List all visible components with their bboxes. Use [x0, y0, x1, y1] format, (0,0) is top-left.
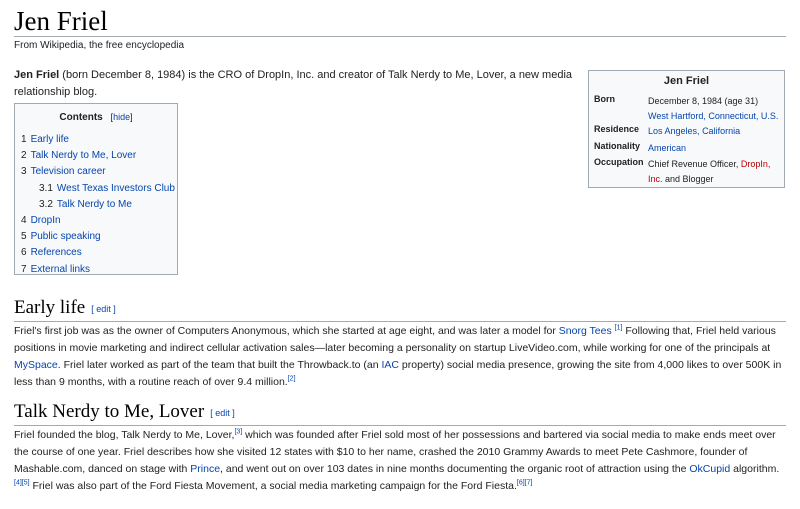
toc-link[interactable]: Talk Nerdy to Me [57, 199, 132, 210]
toc-list: 1 Early life 2 Talk Nerdy to Me, Lover 3 Te… [15, 132, 177, 278]
citation-2[interactable]: [2] [288, 376, 296, 383]
infobox-label-residence: Residence [594, 124, 640, 134]
page-title: Jen Friel [14, 6, 108, 36]
text-run: algorithm. [730, 463, 780, 475]
talk-nerdy-paragraph: Friel founded the blog, Talk Nerdy to Me… [14, 427, 786, 495]
toc-item-talk-nerdy[interactable]: 3.2 Talk Nerdy to Me [15, 197, 177, 213]
toc-item-references[interactable]: 6 References [15, 245, 177, 261]
subject-name: Jen Friel [14, 69, 60, 81]
text-run: Friel's first job was as the owner of Co… [14, 325, 559, 337]
tagline: From Wikipedia, the free encyclopedia [14, 40, 185, 51]
text-run: Friel was also part of the Ford Fiesta M… [29, 480, 517, 492]
edit-link-talk-nerdy[interactable]: [ edit ] [210, 408, 235, 418]
infobox-title: Jen Friel [663, 75, 710, 87]
link-snorg-tees[interactable]: Snorg Tees [559, 325, 612, 337]
toc-number: 7 [21, 263, 27, 275]
toc-number: 3 [21, 166, 27, 178]
birthplace-country: , U.S. [755, 111, 779, 121]
text-run: Friel founded the blog, Talk Nerdy to Me… [14, 429, 235, 441]
table-of-contents: Contents [hide] 1 Early life 2 Talk Nerdy … [14, 103, 178, 275]
toc-item-west-texas[interactable]: 3.1 West Texas Investors Club [15, 181, 177, 197]
toc-hide-toggle: [hide] [106, 112, 133, 122]
citation-6-7[interactable]: [6][7] [517, 480, 533, 487]
infobox-label-occupation: Occupation [594, 157, 644, 167]
toc-item-dropin[interactable]: 4 DropIn [15, 213, 177, 229]
infobox: Jen Friel Born December 8, 1984 (age 31)… [588, 70, 785, 188]
toc-number: 6 [21, 247, 27, 259]
toc-link[interactable]: West Texas Investors Club [57, 183, 175, 194]
link-american[interactable]: American [648, 141, 783, 156]
birth-date: December 8, 1984 (age 31) [648, 96, 759, 106]
edit-link-early-life[interactable]: [ edit ] [91, 304, 116, 314]
text-run: . Friel later worked as part of the team… [57, 359, 382, 371]
infobox-value-residence: Los Angeles, California [648, 124, 783, 139]
toc-number: 5 [21, 231, 27, 243]
link-okcupid[interactable]: OkCupid [689, 463, 730, 475]
link-myspace[interactable]: MySpace [14, 359, 58, 371]
infobox-label-nationality: Nationality [594, 141, 641, 151]
toc-item-television-career[interactable]: 3 Television career [15, 164, 177, 180]
toc-link[interactable]: References [31, 247, 82, 258]
occupation-tail: and Blogger [662, 174, 714, 184]
infobox-value-born: December 8, 1984 (age 31) West Hartford , … [648, 94, 783, 124]
toc-number: 4 [21, 214, 27, 226]
toc-link[interactable]: External links [31, 264, 90, 275]
link-prince[interactable]: Prince [190, 463, 220, 475]
edit-link-text[interactable]: [ edit ] [91, 304, 116, 314]
toc-item-talk-nerdy-lover[interactable]: 2 Talk Nerdy to Me, Lover [15, 148, 177, 164]
early-life-paragraph: Friel's first job was as the owner of Co… [14, 323, 786, 391]
section-title: Early life [14, 297, 86, 318]
toc-link[interactable]: Television career [31, 166, 106, 177]
toc-number: 1 [21, 134, 27, 145]
link-west-hartford[interactable]: West Hartford [648, 111, 703, 121]
toc-item-external-links[interactable]: 7 External links [15, 262, 177, 278]
text-run: , and went out on over 103 dates in nine… [220, 463, 690, 475]
citation-4-5[interactable]: [4][5] [14, 480, 30, 487]
toc-item-early-life[interactable]: 1 Early life [15, 132, 177, 148]
section-heading-early-life: Early life [ edit ] [14, 296, 786, 322]
intro-paragraph: Jen Friel (born December 8, 1984) is the… [14, 67, 574, 101]
toc-link[interactable]: Talk Nerdy to Me, Lover [31, 150, 137, 161]
intro-text: (born December 8, 1984) is the CRO of Dr… [14, 69, 573, 98]
toc-link[interactable]: DropIn [31, 215, 61, 226]
toc-number: 3.2 [39, 198, 53, 210]
edit-link-text[interactable]: [ edit ] [210, 408, 235, 418]
infobox-value-occupation: Chief Revenue Officer, DropIn, Inc. and B… [648, 157, 783, 187]
toc-item-public-speaking[interactable]: 5 Public speaking [15, 229, 177, 245]
toc-hide-link[interactable]: hide [113, 112, 130, 122]
title-divider [14, 36, 786, 37]
section-title: Talk Nerdy to Me, Lover [14, 401, 205, 422]
section-heading-talk-nerdy: Talk Nerdy to Me, Lover [ edit ] [14, 400, 786, 426]
toc-header: Contents [hide] [15, 104, 177, 132]
infobox-label-born: Born [594, 94, 615, 104]
link-iac[interactable]: IAC [382, 359, 400, 371]
toc-hide-bracket-close: ] [130, 112, 133, 122]
toc-link[interactable]: Early life [31, 134, 69, 145]
toc-title: Contents [59, 112, 103, 123]
link-dropin[interactable]: DropIn, [741, 159, 771, 169]
occupation-text: Chief Revenue Officer, [648, 159, 741, 169]
toc-link[interactable]: Public speaking [31, 231, 101, 242]
link-los-angeles[interactable]: Los Angeles [648, 126, 697, 136]
link-connecticut[interactable]: Connecticut [708, 111, 756, 121]
link-dropin-inc[interactable]: Inc. [648, 174, 663, 184]
toc-number: 3.1 [39, 182, 53, 194]
toc-number: 2 [21, 150, 27, 162]
link-california[interactable]: California [702, 126, 740, 136]
